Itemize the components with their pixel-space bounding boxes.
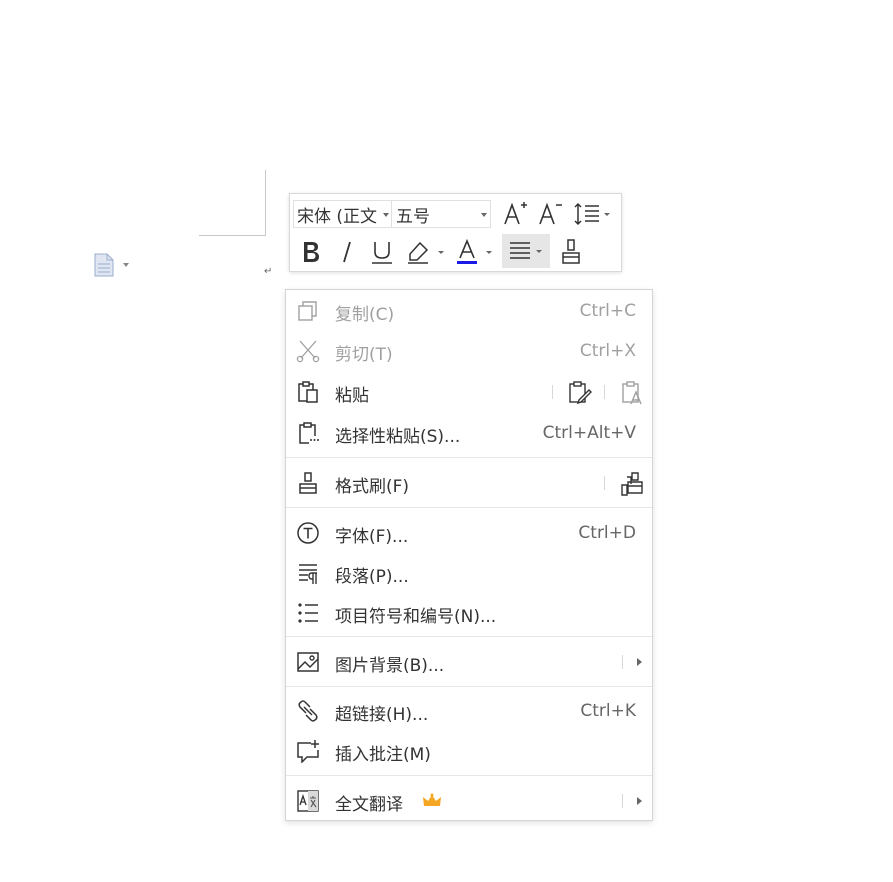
menu-separator (286, 457, 652, 458)
crown-icon (423, 793, 441, 806)
paste-options-button[interactable] (94, 253, 134, 277)
menu-item-copy[interactable]: 复制(C) Ctrl+C (286, 291, 652, 331)
highlighter-icon (408, 241, 444, 264)
font-name-select[interactable]: 宋体 (正文 (293, 200, 391, 228)
margin-corner-horizontal (199, 235, 266, 236)
align-justify-icon (510, 242, 542, 259)
menu-item-label: 图片背景(B)... (335, 656, 445, 676)
menu-item-label: 粘贴 (335, 386, 369, 406)
shrink-font-icon (539, 202, 562, 225)
bold-icon (304, 242, 319, 262)
margin-corner-vertical (265, 170, 266, 236)
menu-item-label: 全文翻译 (335, 795, 403, 815)
grow-font-icon (504, 202, 527, 225)
menu-separator (286, 686, 652, 687)
highlight-button[interactable] (404, 236, 448, 268)
align-button[interactable] (502, 234, 550, 268)
font-color-button[interactable] (454, 236, 498, 268)
underline-button[interactable] (367, 236, 397, 268)
line-spacing-icon (574, 202, 610, 226)
divider (622, 655, 623, 669)
menu-item-label: 超链接(H)... (335, 705, 429, 725)
brush-icon (299, 472, 317, 494)
font-color-icon (457, 238, 492, 264)
menu-item-hyperlink[interactable]: 超链接(H)... Ctrl+K (286, 691, 652, 731)
translate-icon (297, 790, 319, 812)
paragraph-icon (299, 564, 317, 584)
paste-text-only-icon[interactable] (620, 380, 646, 406)
document-icon (94, 253, 129, 277)
copy-icon (298, 301, 317, 321)
menu-item-shortcut: Ctrl+X (579, 341, 636, 361)
multi-brush-icon[interactable] (619, 471, 645, 497)
brush-icon (562, 239, 580, 264)
menu-separator (286, 775, 652, 776)
menu-item-shortcut: Ctrl+Alt+V (542, 423, 636, 443)
font-circle-icon (297, 522, 319, 544)
menu-item-label: 剪切(T) (335, 345, 393, 365)
menu-item-label: 插入批注(M) (335, 745, 431, 765)
menu-item-label: 复制(C) (335, 305, 395, 325)
submenu-arrow-icon (637, 658, 642, 666)
menu-item-font[interactable]: 字体(F)... Ctrl+D (286, 513, 652, 553)
menu-item-paste[interactable]: 粘贴 (286, 372, 652, 412)
line-spacing-button[interactable] (573, 198, 615, 230)
menu-item-label: 字体(F)... (335, 527, 409, 547)
divider (604, 476, 605, 490)
paste-keep-format-icon[interactable] (567, 380, 593, 406)
menu-item-shortcut: Ctrl+K (580, 701, 636, 721)
context-menu: 复制(C) Ctrl+C 剪切(T) Ctrl+X 粘贴 选择性粘贴(S)...… (285, 289, 653, 821)
menu-item-picture-background[interactable]: 图片背景(B)... (286, 642, 652, 682)
divider (552, 385, 553, 399)
divider (622, 794, 623, 808)
format-painter-button[interactable] (556, 236, 586, 268)
menu-item-cut[interactable]: 剪切(T) Ctrl+X (286, 331, 652, 371)
paragraph-mark: ↵ (264, 266, 273, 277)
menu-separator (286, 507, 652, 508)
chevron-down-icon (481, 213, 487, 217)
scissors-icon (296, 340, 320, 363)
comment-add-icon (297, 740, 319, 763)
bullet-list-icon (298, 603, 318, 623)
menu-item-label: 段落(P)... (335, 567, 409, 587)
menu-item-paragraph[interactable]: 段落(P)... (286, 553, 652, 593)
submenu-arrow-icon (637, 797, 642, 805)
mini-toolbar: 宋体 (正文 五号 (289, 193, 622, 272)
font-size-select[interactable]: 五号 (391, 200, 491, 228)
italic-icon (343, 241, 351, 263)
menu-item-format-painter[interactable]: 格式刷(F) (286, 463, 652, 503)
chevron-down-icon (383, 213, 389, 217)
link-icon (298, 700, 318, 722)
menu-item-shortcut: Ctrl+D (578, 523, 636, 543)
menu-item-insert-comment[interactable]: 插入批注(M) (286, 731, 652, 771)
menu-separator (286, 636, 652, 637)
menu-item-bullets[interactable]: 项目符号和编号(N)... (286, 593, 652, 633)
font-name-value: 宋体 (正文 (297, 206, 378, 227)
grow-font-button[interactable] (501, 198, 529, 230)
underline-icon (372, 242, 392, 264)
menu-item-label: 选择性粘贴(S)... (335, 427, 461, 447)
image-icon (297, 652, 319, 672)
divider (604, 385, 605, 399)
shrink-font-button[interactable] (536, 198, 564, 230)
clipboard-icon (298, 381, 318, 403)
menu-item-shortcut: Ctrl+C (579, 301, 636, 321)
paste-special-icon (299, 422, 319, 444)
menu-item-label: 格式刷(F) (335, 477, 410, 497)
bold-button[interactable] (296, 236, 326, 268)
italic-button[interactable] (332, 236, 362, 268)
menu-item-paste-special[interactable]: 选择性粘贴(S)... Ctrl+Alt+V (286, 413, 652, 453)
font-size-value: 五号 (396, 206, 430, 227)
menu-item-translate[interactable]: 全文翻译 (286, 781, 652, 821)
menu-item-label: 项目符号和编号(N)... (335, 607, 497, 627)
